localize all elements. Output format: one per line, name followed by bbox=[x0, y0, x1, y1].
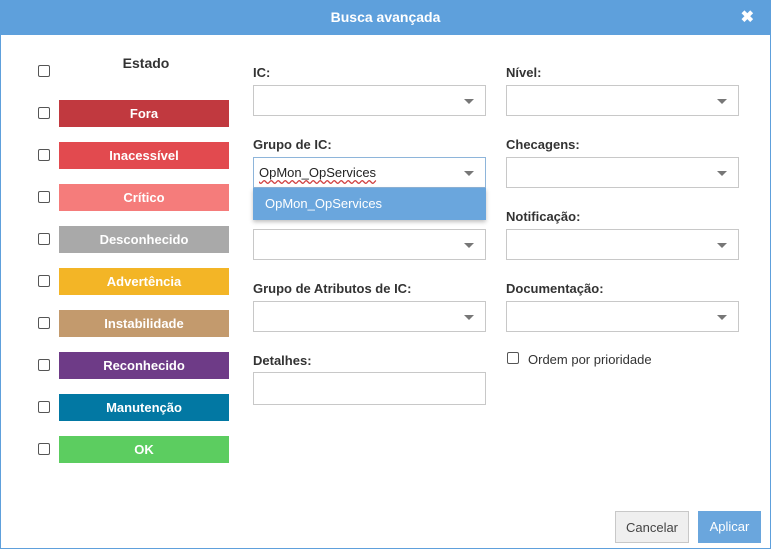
state-checkbox-fora[interactable] bbox=[38, 107, 50, 119]
grupo-ic-value: OpMon_OpServices bbox=[259, 165, 377, 180]
state-badge-manutencao: Manutenção bbox=[59, 394, 229, 421]
documentacao-select[interactable] bbox=[506, 301, 739, 332]
documentacao-label: Documentação: bbox=[506, 281, 604, 296]
close-icon[interactable]: ✖ bbox=[741, 8, 754, 28]
advanced-search-dialog: Busca avançada ✖ Estado Fora Inacessível… bbox=[0, 0, 771, 549]
chevron-down-icon bbox=[717, 315, 727, 320]
state-header: Estado bbox=[122, 55, 170, 71]
notificacao-label: Notificação: bbox=[506, 209, 581, 224]
detalhes-input[interactable] bbox=[253, 372, 486, 405]
apply-button[interactable]: Aplicar bbox=[698, 511, 761, 543]
grupo-atributos-label: Grupo de Atributos de IC: bbox=[253, 281, 412, 296]
ordem-prioridade-checkbox[interactable] bbox=[507, 352, 519, 364]
state-badge-desconhecido: Desconhecido bbox=[59, 226, 229, 253]
ordem-prioridade-label: Ordem por prioridade bbox=[528, 352, 652, 367]
nivel-select[interactable] bbox=[506, 85, 739, 116]
chevron-down-icon bbox=[464, 315, 474, 320]
dropdown-option[interactable]: OpMon_OpServices bbox=[265, 196, 382, 211]
cancel-button[interactable]: Cancelar bbox=[615, 511, 689, 543]
state-checkbox-advertencia[interactable] bbox=[38, 275, 50, 287]
ic-select[interactable] bbox=[253, 85, 486, 116]
dialog-titlebar: Busca avançada ✖ bbox=[1, 1, 770, 35]
state-badge-inacessivel: Inacessível bbox=[59, 142, 229, 169]
state-checkbox-critico[interactable] bbox=[38, 191, 50, 203]
state-badge-advertencia: Advertência bbox=[59, 268, 229, 295]
state-checkbox-manutencao[interactable] bbox=[38, 401, 50, 413]
state-checkbox-reconhecido[interactable] bbox=[38, 359, 50, 371]
dialog-title: Busca avançada bbox=[330, 9, 441, 25]
grupo-ic-label: Grupo de IC: bbox=[253, 137, 332, 152]
state-badge-ok: OK bbox=[59, 436, 229, 463]
grupo-ic-dropdown-list: OpMon_OpServices bbox=[253, 188, 486, 220]
chevron-down-icon bbox=[717, 171, 727, 176]
state-checkbox-ok[interactable] bbox=[38, 443, 50, 455]
checagens-label: Checagens: bbox=[506, 137, 580, 152]
state-badge-instabilidade: Instabilidade bbox=[59, 310, 229, 337]
select-all-states-checkbox[interactable] bbox=[38, 65, 50, 77]
state-checkbox-instabilidade[interactable] bbox=[38, 317, 50, 329]
ic-label: IC: bbox=[253, 65, 271, 80]
chevron-down-icon bbox=[717, 243, 727, 248]
state-checkbox-desconhecido[interactable] bbox=[38, 233, 50, 245]
state-badge-reconhecido: Reconhecido bbox=[59, 352, 229, 379]
notificacao-select[interactable] bbox=[506, 229, 739, 260]
state-badge-critico: Crítico bbox=[59, 184, 229, 211]
chevron-down-icon bbox=[464, 99, 474, 104]
chevron-down-icon bbox=[717, 99, 727, 104]
checagens-select[interactable] bbox=[506, 157, 739, 188]
state-badge-fora: Fora bbox=[59, 100, 229, 127]
state-checkbox-inacessivel[interactable] bbox=[38, 149, 50, 161]
grupo-ic-select[interactable]: OpMon_OpServices bbox=[253, 157, 486, 188]
grupo-atributos-select[interactable] bbox=[253, 301, 486, 332]
detalhes-label: Detalhes: bbox=[253, 353, 312, 368]
nivel-label: Nível: bbox=[506, 65, 542, 80]
hidden-field-select[interactable] bbox=[253, 229, 486, 260]
chevron-down-icon bbox=[464, 243, 474, 248]
chevron-down-icon bbox=[464, 171, 474, 176]
